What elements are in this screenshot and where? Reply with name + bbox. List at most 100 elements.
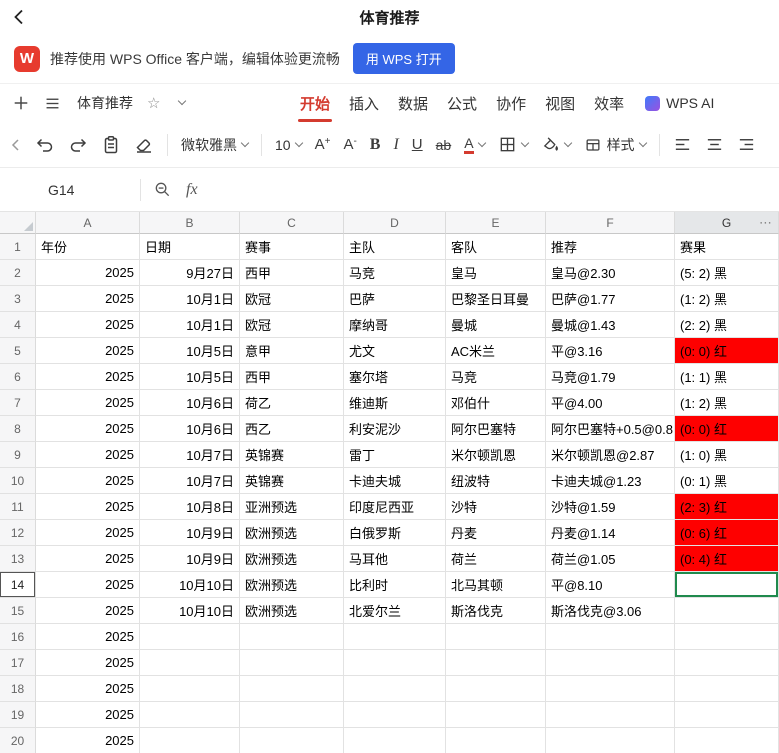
cell-G17[interactable]: [675, 650, 779, 676]
font-size-select[interactable]: 10: [275, 137, 302, 153]
row-header-4[interactable]: 4: [0, 312, 36, 338]
cell-D4[interactable]: 摩纳哥: [344, 312, 446, 338]
row-header-2[interactable]: 2: [0, 260, 36, 286]
align-right-button[interactable]: [737, 135, 756, 154]
cell-F8[interactable]: 阿尔巴塞特+0.5@0.8: [546, 416, 675, 442]
cell-C17[interactable]: [240, 650, 344, 676]
menu-hamburger-icon[interactable]: [44, 95, 61, 112]
cell-C14[interactable]: 欧洲预选: [240, 572, 344, 598]
decrease-font-button[interactable]: A-: [343, 136, 356, 153]
cell-C11[interactable]: 亚洲预选: [240, 494, 344, 520]
zoom-out-icon[interactable]: [153, 180, 172, 199]
cell-E8[interactable]: 阿尔巴塞特: [446, 416, 546, 442]
row-header-7[interactable]: 7: [0, 390, 36, 416]
cell-C1[interactable]: 赛事: [240, 234, 344, 260]
more-columns-button[interactable]: ⋯: [759, 215, 773, 231]
cell-F20[interactable]: [546, 728, 675, 753]
cell-A4[interactable]: 2025: [36, 312, 140, 338]
cell-E18[interactable]: [446, 676, 546, 702]
cell-F3[interactable]: 巴萨@1.77: [546, 286, 675, 312]
underline-button[interactable]: U: [412, 136, 423, 153]
cell-F16[interactable]: [546, 624, 675, 650]
cell-B13[interactable]: 10月9日: [140, 546, 240, 572]
bold-button[interactable]: B: [370, 136, 381, 154]
cell-A20[interactable]: 2025: [36, 728, 140, 753]
cell-F5[interactable]: 平@3.16: [546, 338, 675, 364]
tab-view[interactable]: 视图: [545, 84, 575, 122]
cell-C13[interactable]: 欧洲预选: [240, 546, 344, 572]
cell-A9[interactable]: 2025: [36, 442, 140, 468]
cell-C12[interactable]: 欧洲预选: [240, 520, 344, 546]
document-title[interactable]: 体育推荐: [77, 93, 133, 113]
formula-input[interactable]: [198, 168, 779, 211]
cell-A16[interactable]: 2025: [36, 624, 140, 650]
cell-C6[interactable]: 西甲: [240, 364, 344, 390]
cell-E16[interactable]: [446, 624, 546, 650]
row-header-14[interactable]: 14: [0, 572, 36, 598]
cell-E14[interactable]: 北马其顿: [446, 572, 546, 598]
cell-F19[interactable]: [546, 702, 675, 728]
cell-C5[interactable]: 意甲: [240, 338, 344, 364]
cell-F12[interactable]: 丹麦@1.14: [546, 520, 675, 546]
column-header-c[interactable]: C: [240, 212, 344, 234]
cell-D7[interactable]: 维迪斯: [344, 390, 446, 416]
select-all-corner[interactable]: [0, 212, 36, 234]
cell-E19[interactable]: [446, 702, 546, 728]
cell-D14[interactable]: 比利时: [344, 572, 446, 598]
cell-B14[interactable]: 10月10日: [140, 572, 240, 598]
undo-button[interactable]: [35, 135, 55, 155]
cell-G18[interactable]: [675, 676, 779, 702]
cell-B5[interactable]: 10月5日: [140, 338, 240, 364]
italic-button[interactable]: I: [393, 136, 398, 154]
cell-B2[interactable]: 9月27日: [140, 260, 240, 286]
favorite-star-icon[interactable]: ☆: [147, 94, 160, 112]
cell-B11[interactable]: 10月8日: [140, 494, 240, 520]
cell-G5[interactable]: (0: 0) 红: [675, 338, 779, 364]
cell-B6[interactable]: 10月5日: [140, 364, 240, 390]
cell-C19[interactable]: [240, 702, 344, 728]
cell-D5[interactable]: 尤文: [344, 338, 446, 364]
cell-D15[interactable]: 北爱尔兰: [344, 598, 446, 624]
tab-data[interactable]: 数据: [398, 84, 428, 122]
cell-C4[interactable]: 欧冠: [240, 312, 344, 338]
cell-B9[interactable]: 10月7日: [140, 442, 240, 468]
cell-G10[interactable]: (0: 1) 黑: [675, 468, 779, 494]
cell-A15[interactable]: 2025: [36, 598, 140, 624]
cell-A7[interactable]: 2025: [36, 390, 140, 416]
cell-F9[interactable]: 米尔顿凯恩@2.87: [546, 442, 675, 468]
row-header-15[interactable]: 15: [0, 598, 36, 624]
cell-F7[interactable]: 平@4.00: [546, 390, 675, 416]
cell-E15[interactable]: 斯洛伐克: [446, 598, 546, 624]
tab-insert[interactable]: 插入: [349, 84, 379, 122]
tab-home[interactable]: 开始: [300, 84, 330, 122]
cell-G11[interactable]: (2: 3) 红: [675, 494, 779, 520]
cell-E9[interactable]: 米尔顿凯恩: [446, 442, 546, 468]
cell-G13[interactable]: (0: 4) 红: [675, 546, 779, 572]
cell-B10[interactable]: 10月7日: [140, 468, 240, 494]
back-icon[interactable]: [10, 7, 30, 32]
cell-F4[interactable]: 曼城@1.43: [546, 312, 675, 338]
column-header-e[interactable]: E: [446, 212, 546, 234]
cell-D9[interactable]: 雷丁: [344, 442, 446, 468]
cell-C8[interactable]: 西乙: [240, 416, 344, 442]
fx-function-icon[interactable]: fx: [186, 181, 198, 199]
cell-G6[interactable]: (1: 1) 黑: [675, 364, 779, 390]
cell-D12[interactable]: 白俄罗斯: [344, 520, 446, 546]
cell-E5[interactable]: AC米兰: [446, 338, 546, 364]
cell-B12[interactable]: 10月9日: [140, 520, 240, 546]
cell-B20[interactable]: [140, 728, 240, 753]
cell-B8[interactable]: 10月6日: [140, 416, 240, 442]
cell-B16[interactable]: [140, 624, 240, 650]
cell-B7[interactable]: 10月6日: [140, 390, 240, 416]
cell-D2[interactable]: 马竞: [344, 260, 446, 286]
cell-C16[interactable]: [240, 624, 344, 650]
column-header-g[interactable]: G⋯: [675, 212, 779, 234]
cell-G2[interactable]: (5: 2) 黑: [675, 260, 779, 286]
collapse-toolbar-icon[interactable]: [10, 137, 22, 153]
cell-G14[interactable]: [675, 572, 779, 598]
cell-G8[interactable]: (0: 0) 红: [675, 416, 779, 442]
column-header-a[interactable]: A: [36, 212, 140, 234]
cell-B3[interactable]: 10月1日: [140, 286, 240, 312]
cell-D19[interactable]: [344, 702, 446, 728]
cell-G16[interactable]: [675, 624, 779, 650]
